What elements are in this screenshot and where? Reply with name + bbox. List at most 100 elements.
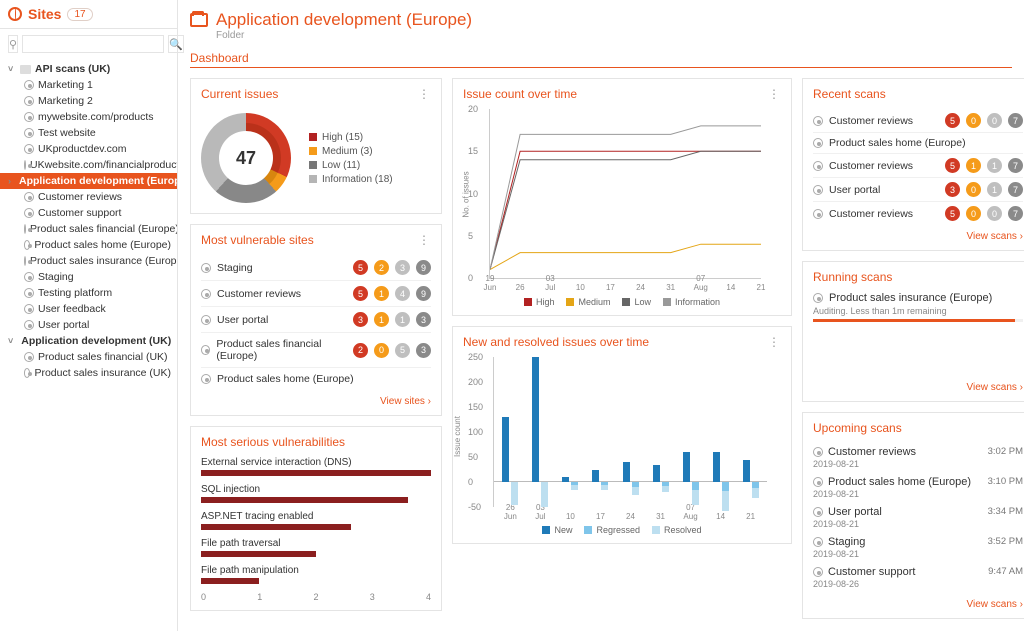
- filter-icon[interactable]: ⚲: [8, 35, 18, 53]
- panel-title: Current issues: [201, 87, 431, 101]
- upcoming-scan-row[interactable]: Staging2019-08-213:52 PM: [813, 533, 1023, 563]
- tree-folder[interactable]: ˅API scans (UK): [0, 61, 177, 77]
- site-icon: [24, 272, 34, 282]
- page-title: Application development (Europe): [216, 10, 472, 30]
- legend-entry: Medium (3): [309, 146, 393, 157]
- sidebar: Sites 17 ⚲ 🔍 ˅API scans (UK)Marketing 1M…: [0, 0, 178, 631]
- list-item[interactable]: Product sales financial (Europe)2053: [201, 332, 431, 367]
- panel-title: Most vulnerable sites: [201, 233, 431, 247]
- upcoming-scan-row[interactable]: Product sales home (Europe)2019-08-213:1…: [813, 473, 1023, 503]
- tree-site[interactable]: Marketing 2: [0, 93, 177, 109]
- folder-icon: [20, 65, 31, 74]
- tree-site[interactable]: User feedback: [0, 301, 177, 317]
- tree-site[interactable]: Staging: [0, 269, 177, 285]
- donut-chart: 47: [201, 113, 291, 203]
- view-scans-link[interactable]: View scans: [813, 599, 1023, 610]
- vuln-bar-row[interactable]: ASP.NET tracing enabled: [201, 511, 431, 530]
- panel-menu-icon[interactable]: ⋮: [418, 87, 431, 101]
- severity-badge: 2: [374, 260, 389, 275]
- view-scans-link[interactable]: View scans: [813, 382, 1023, 393]
- list-item[interactable]: User portal3113: [201, 306, 431, 332]
- severity-badge: 1: [395, 312, 410, 327]
- view-scans-link[interactable]: View scans: [813, 231, 1023, 242]
- vuln-bar-row[interactable]: SQL injection: [201, 484, 431, 503]
- main-content: Application development (Europe) Folder …: [178, 0, 1024, 631]
- legend-entry: New: [542, 525, 572, 535]
- tree-folder[interactable]: ›Application development (Europe): [0, 173, 177, 189]
- site-icon: [24, 288, 34, 298]
- donut-legend: High (15)Medium (3)Low (11)Information (…: [309, 129, 393, 188]
- upcoming-scan-row[interactable]: Customer support2019-08-269:47 AM: [813, 563, 1023, 593]
- site-icon: [201, 289, 211, 299]
- divider: [190, 67, 1012, 68]
- tree-site[interactable]: UKwebsite.com/financialproducts: [0, 157, 177, 173]
- page-subtitle: Folder: [216, 30, 1012, 41]
- upcoming-scan-row[interactable]: Customer reviews2019-08-213:02 PM: [813, 443, 1023, 473]
- folder-icon: [190, 13, 208, 27]
- list-item[interactable]: Customer reviews5149: [201, 280, 431, 306]
- vuln-bar-row[interactable]: External service interaction (DNS): [201, 457, 431, 476]
- sidebar-header: Sites 17: [0, 6, 177, 29]
- site-icon: [813, 116, 823, 126]
- vuln-bar-row[interactable]: File path manipulation: [201, 565, 431, 584]
- tree-site[interactable]: Product sales insurance (Europe): [0, 253, 177, 269]
- tree-site[interactable]: Product sales insurance (UK): [0, 365, 177, 381]
- tree-site[interactable]: Customer reviews: [0, 189, 177, 205]
- site-icon: [24, 128, 34, 138]
- list-item[interactable]: Customer reviews5117: [813, 154, 1023, 178]
- site-icon: [813, 209, 823, 219]
- tree-site[interactable]: Customer support: [0, 205, 177, 221]
- severity-badge: 7: [1008, 158, 1023, 173]
- tree-folder[interactable]: ˅Application development (UK): [0, 333, 177, 349]
- severity-badge: 3: [416, 312, 431, 327]
- list-item[interactable]: Customer reviews5007: [813, 202, 1023, 225]
- panel-menu-icon[interactable]: ⋮: [418, 233, 431, 247]
- list-item[interactable]: Product sales home (Europe): [201, 367, 431, 390]
- severity-badge: 1: [374, 312, 389, 327]
- upcoming-scan-row[interactable]: User portal2019-08-213:34 PM: [813, 503, 1023, 533]
- tree-site[interactable]: Marketing 1: [0, 77, 177, 93]
- list-item[interactable]: User portal3017: [813, 178, 1023, 202]
- vuln-bar-row[interactable]: File path traversal: [201, 538, 431, 557]
- severity-badge: 1: [374, 286, 389, 301]
- severity-badge: 0: [966, 206, 981, 221]
- severity-badge: 4: [395, 286, 410, 301]
- legend-entry: Information: [663, 297, 720, 307]
- tree-site[interactable]: Testing platform: [0, 285, 177, 301]
- line-chart: 0510152019 Jun2603 Jul1017243107 Aug1421: [489, 109, 761, 279]
- legend-entry: Regressed: [584, 525, 640, 535]
- tree-site[interactable]: User portal: [0, 317, 177, 333]
- sidebar-search-input[interactable]: [22, 35, 164, 53]
- tree-site[interactable]: Product sales financial (UK): [0, 349, 177, 365]
- tree-site[interactable]: Test website: [0, 125, 177, 141]
- panel-upcoming-scans: Upcoming scans Customer reviews2019-08-2…: [802, 412, 1024, 619]
- bar-chart: -5005010015020025026 Jun03 Jul1017243107…: [493, 357, 767, 507]
- tree-site[interactable]: UKproductdev.com: [0, 141, 177, 157]
- list-item[interactable]: Customer reviews5007: [813, 109, 1023, 133]
- severity-badge: 0: [987, 113, 1002, 128]
- donut-total: 47: [201, 113, 291, 203]
- panel-menu-icon[interactable]: ⋮: [768, 335, 781, 349]
- tree-site[interactable]: Product sales financial (Europe): [0, 221, 177, 237]
- site-icon: [24, 192, 34, 202]
- list-item[interactable]: Product sales home (Europe): [813, 133, 1023, 154]
- panel-issue-count-over-time: ⋮ Issue count over time No. of issues 05…: [452, 78, 792, 316]
- line-legend: HighMediumLowInformation: [463, 297, 781, 307]
- severity-badge: 0: [987, 206, 1002, 221]
- view-sites-link[interactable]: View sites: [201, 396, 431, 407]
- severity-badge: 5: [945, 113, 960, 128]
- severity-badge: 1: [987, 158, 1002, 173]
- running-scan-name: Product sales insurance (Europe): [829, 292, 992, 304]
- legend-entry: Low (11): [309, 160, 393, 171]
- list-item[interactable]: Staging5239: [201, 255, 431, 280]
- site-icon: [813, 138, 823, 148]
- tree-site[interactable]: Product sales home (Europe): [0, 237, 177, 253]
- severity-badge: 5: [945, 158, 960, 173]
- panel-menu-icon[interactable]: ⋮: [768, 87, 781, 101]
- legend-entry: Resolved: [652, 525, 702, 535]
- progress-bar: [813, 319, 1023, 322]
- severity-badge: 7: [1008, 113, 1023, 128]
- site-icon: [24, 352, 34, 362]
- severity-badge: 5: [945, 206, 960, 221]
- tree-site[interactable]: mywebsite.com/products: [0, 109, 177, 125]
